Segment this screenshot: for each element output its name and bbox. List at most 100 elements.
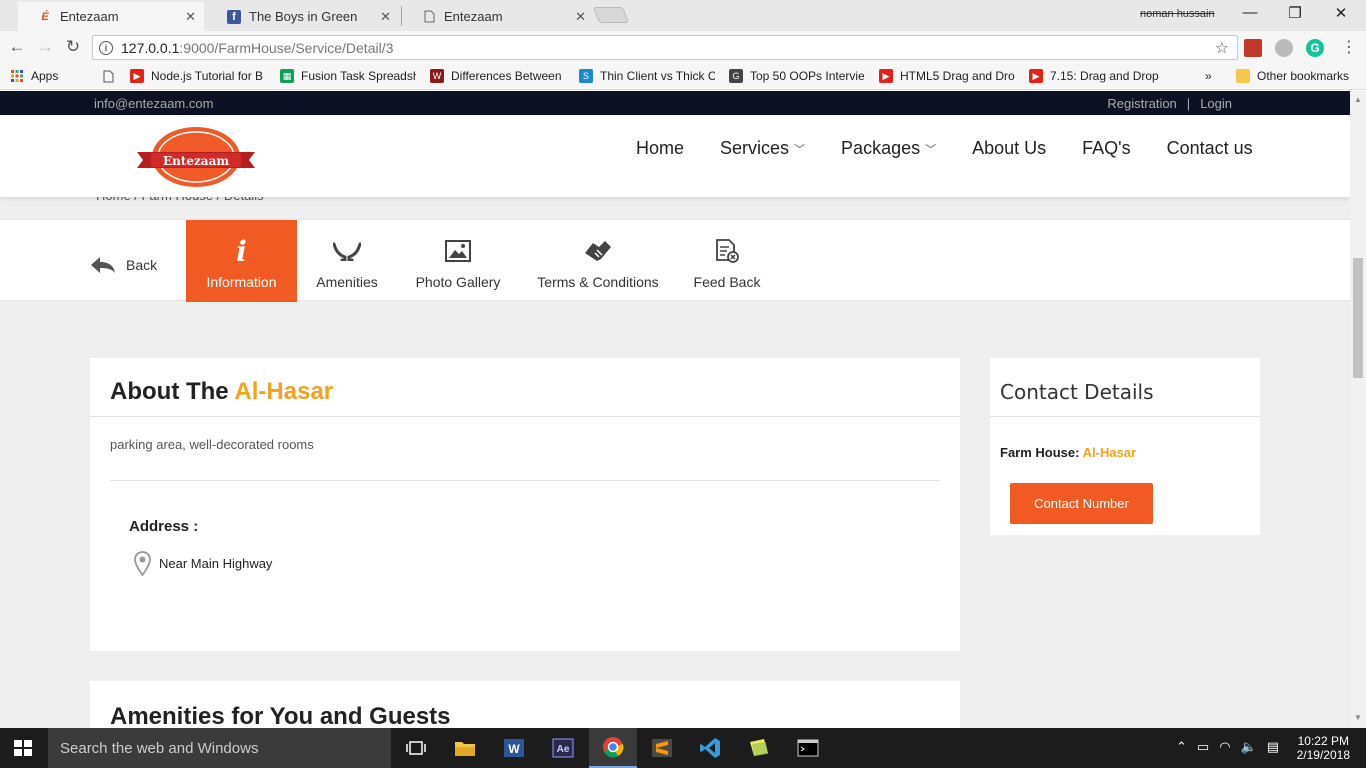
browser-tab-1[interactable]: É Entezaam ✕	[18, 2, 204, 31]
site-header: Entezaam Home Services ﹀ Packages ﹀ About …	[0, 115, 1350, 197]
maximize-icon[interactable]: ❐	[1275, 4, 1315, 22]
browser-tabstrip: É Entezaam ✕ f The Boys in Green ✕ Entez…	[0, 0, 1366, 31]
farm-house-label: Farm House: Al-Hasar	[1000, 445, 1137, 460]
bookmark-apps[interactable]: Apps	[10, 69, 58, 83]
scroll-up-icon[interactable]: ▲	[1354, 95, 1362, 104]
divider	[990, 416, 1260, 417]
youtube-icon: ▶	[130, 69, 144, 83]
nav-contact-us[interactable]: Contact us	[1167, 138, 1253, 159]
profile-name[interactable]: noman hussain	[1140, 8, 1215, 20]
bookmarks-overflow-button[interactable]: »	[1205, 69, 1212, 83]
terminal-icon[interactable]	[784, 728, 832, 768]
map-pin-icon	[134, 551, 151, 576]
close-icon[interactable]: ✕	[185, 9, 196, 25]
notifications-icon[interactable]: ▤	[1267, 739, 1279, 755]
about-card: About The Al-Hasar parking area, well-de…	[90, 358, 960, 651]
handshake-icon	[583, 236, 613, 266]
tab-feed-back[interactable]: Feed Back	[688, 220, 766, 302]
nav-about-us[interactable]: About Us	[972, 138, 1046, 159]
file-explorer-icon[interactable]	[441, 728, 489, 768]
bookmark-nodejs[interactable]: ▶ Node.js Tutorial for B	[130, 69, 266, 83]
windows-taskbar: Search the web and Windows W Ae ⌃ ▭ ◠ 🔈 …	[0, 728, 1366, 768]
bookmark-drag-drop[interactable]: ▶ 7.15: Drag and Drop	[1029, 69, 1165, 83]
windows-start-icon[interactable]	[14, 740, 32, 756]
entezaam-logo[interactable]: Entezaam	[137, 125, 255, 189]
extension-globe-icon[interactable]	[1275, 39, 1293, 57]
tab-photo-gallery[interactable]: Photo Gallery	[408, 220, 508, 302]
close-icon[interactable]: ✕	[380, 9, 391, 25]
back-button[interactable]: Back	[90, 256, 157, 274]
tab-information[interactable]: i Information	[186, 220, 297, 302]
word-icon[interactable]: W	[490, 728, 538, 768]
bookmark-fusion[interactable]: ▦ Fusion Task Spreadsh	[280, 69, 416, 83]
url-text[interactable]: 127.0.0.1:9000/FarmHouse/Service/Detail/…	[121, 40, 393, 56]
svg-text:W: W	[508, 742, 520, 756]
sticky-notes-icon[interactable]	[735, 728, 783, 768]
back-arrow-icon[interactable]: ←	[6, 37, 28, 57]
scrollbar-thumb[interactable]	[1353, 258, 1363, 378]
address-label: Address :	[129, 518, 199, 535]
youtube-icon: ▶	[1029, 69, 1043, 83]
grammarly-icon[interactable]: G	[1306, 39, 1324, 57]
feedback-icon	[714, 236, 740, 266]
detail-tabs: Back i Information Amenities Photo Galle…	[0, 219, 1350, 302]
bookmark-star-icon[interactable]: ☆	[1215, 38, 1229, 58]
bookmark-other[interactable]: Other bookmarks	[1236, 69, 1349, 83]
clock[interactable]: 10:22 PM 2/19/2018	[1297, 734, 1350, 762]
after-effects-icon[interactable]: Ae	[539, 728, 587, 768]
minimize-icon[interactable]: —	[1230, 4, 1270, 21]
registration-link[interactable]: Registration	[1107, 96, 1176, 111]
menu-icon[interactable]: ⋮	[1338, 37, 1360, 57]
sublime-icon[interactable]	[638, 728, 686, 768]
extension-icon[interactable]	[1244, 39, 1262, 57]
system-tray: ⌃ ▭ ◠ 🔈 ▤	[1176, 739, 1279, 755]
address-bar[interactable]: i 127.0.0.1:9000/FarmHouse/Service/Detai…	[92, 35, 1238, 60]
back-arrow-icon	[91, 257, 115, 273]
contact-number-button[interactable]: Contact Number	[1010, 483, 1153, 524]
bookmark-html5-drag[interactable]: ▶ HTML5 Drag and Dro	[879, 69, 1015, 83]
chevron-down-icon: ﹀	[925, 143, 937, 156]
folder-icon	[1236, 69, 1250, 83]
browser-tab-3[interactable]: Entezaam ✕	[402, 2, 594, 31]
chrome-icon[interactable]	[589, 728, 637, 768]
youtube-icon: ▶	[879, 69, 893, 83]
page-scrollbar[interactable]: ▲ ▼	[1350, 91, 1366, 728]
amenities-title: Amenities for You and Guests	[110, 703, 451, 728]
bookmark-oops[interactable]: G Top 50 OOPs Intervie	[729, 69, 865, 83]
nav-packages[interactable]: Packages ﹀	[841, 138, 936, 159]
forward-arrow-icon[interactable]: →	[34, 37, 56, 57]
close-icon[interactable]: ✕	[575, 9, 586, 25]
nav-services[interactable]: Services ﹀	[720, 138, 805, 159]
browser-tab-2[interactable]: f The Boys in Green ✕	[207, 2, 399, 31]
apps-grid-icon	[10, 69, 24, 83]
browser-tab-title: The Boys in Green	[249, 9, 358, 24]
scroll-down-icon[interactable]: ▼	[1354, 713, 1362, 722]
chevron-up-icon[interactable]: ⌃	[1176, 739, 1187, 755]
taskbar-search[interactable]: Search the web and Windows	[48, 728, 391, 768]
about-description: parking area, well-decorated rooms	[110, 437, 314, 452]
divider	[110, 480, 940, 481]
contact-email[interactable]: info@entezaam.com	[94, 96, 213, 111]
page-icon	[101, 69, 115, 83]
tab-terms-conditions[interactable]: Terms & Conditions	[530, 220, 666, 302]
window-close-icon[interactable]: ✕	[1321, 4, 1361, 22]
tab-amenities[interactable]: Amenities	[306, 220, 388, 302]
bookmark-page[interactable]	[101, 69, 122, 83]
facebook-icon: f	[227, 9, 241, 24]
bookmark-differences[interactable]: W Differences Between	[430, 69, 566, 83]
nav-home[interactable]: Home	[636, 138, 684, 159]
volume-icon[interactable]: 🔈	[1241, 739, 1257, 755]
bookmark-thin-client[interactable]: S Thin Client vs Thick C	[579, 69, 715, 83]
site-info-icon[interactable]: i	[99, 40, 113, 55]
wifi-icon[interactable]: ◠	[1219, 739, 1230, 755]
new-tab-button[interactable]	[593, 7, 629, 23]
vscode-icon[interactable]	[686, 728, 734, 768]
browser-tab-title: Entezaam	[60, 9, 119, 24]
info-icon: i	[236, 234, 247, 268]
site-topbar: info@entezaam.com Registration | Login	[0, 91, 1350, 115]
battery-icon[interactable]: ▭	[1197, 739, 1209, 755]
reload-icon[interactable]: ↻	[62, 37, 84, 57]
nav-faqs[interactable]: FAQ's	[1082, 138, 1130, 159]
task-view-icon[interactable]	[392, 728, 440, 768]
login-link[interactable]: Login	[1200, 96, 1232, 111]
